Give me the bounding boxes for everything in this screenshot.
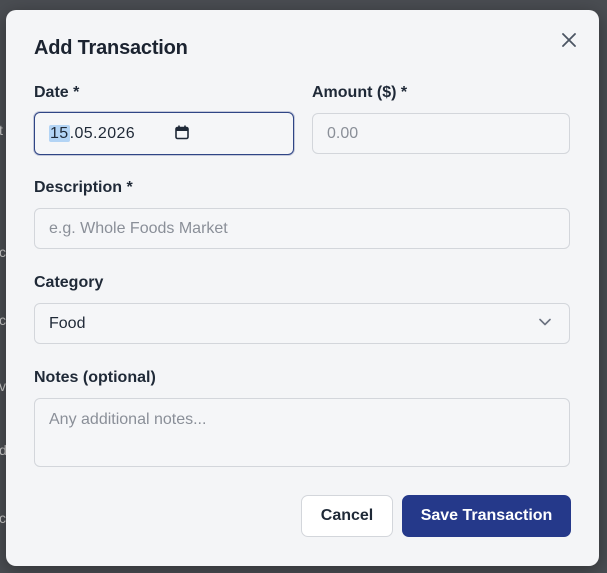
- modal-title: Add Transaction: [34, 37, 188, 59]
- date-day-segment[interactable]: 15: [49, 124, 70, 142]
- save-transaction-button[interactable]: Save Transaction: [402, 495, 571, 537]
- category-value: Food: [49, 314, 86, 332]
- amount-input[interactable]: 0.00: [312, 113, 570, 154]
- close-icon: [562, 33, 576, 47]
- close-button[interactable]: [557, 28, 581, 52]
- cancel-button[interactable]: Cancel: [301, 495, 393, 537]
- category-select[interactable]: Food: [34, 303, 570, 344]
- category-label: Category: [34, 274, 104, 291]
- date-input[interactable]: 15.05.2026: [34, 112, 294, 155]
- description-input[interactable]: e.g. Whole Foods Market: [34, 208, 570, 249]
- background-text: t: [0, 122, 3, 138]
- date-rest-segment[interactable]: .05.2026: [70, 125, 135, 142]
- chevron-down-icon: [539, 318, 551, 326]
- date-value: 15.05.2026: [49, 124, 135, 143]
- add-transaction-modal: Add Transaction Date * 15.05.2026 Amount…: [6, 10, 599, 566]
- notes-label: Notes (optional): [34, 369, 156, 386]
- description-placeholder: e.g. Whole Foods Market: [49, 219, 228, 237]
- calendar-icon[interactable]: [175, 125, 189, 140]
- amount-placeholder: 0.00: [327, 124, 359, 142]
- notes-textarea[interactable]: Any additional notes...: [34, 398, 570, 467]
- description-label: Description *: [34, 179, 133, 196]
- notes-placeholder: Any additional notes...: [49, 411, 207, 428]
- amount-label: Amount ($) *: [312, 84, 408, 101]
- date-label: Date *: [34, 84, 80, 101]
